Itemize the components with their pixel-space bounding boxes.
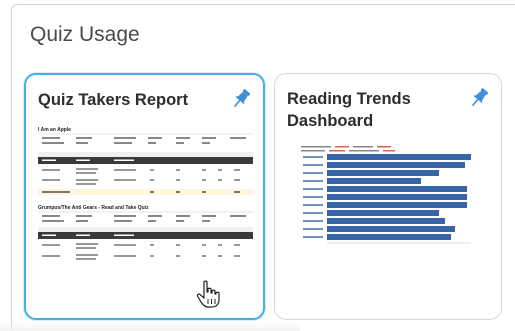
report-thumbnail: I Am an Apple Grumpus/The Anti Gears - R…: [36, 122, 255, 317]
pin-icon[interactable]: [467, 86, 491, 110]
card-title: Quiz Takers Report: [38, 91, 189, 109]
panel-title: Quiz Usage: [30, 23, 140, 46]
hand-cursor-icon: [196, 280, 220, 308]
bottom-scroll-shadow: [0, 321, 300, 331]
thumb-section1-title: I Am an Apple: [38, 127, 71, 133]
dashboard-thumbnail: [299, 144, 473, 250]
quiz-takers-report-card[interactable]: Quiz Takers Report I Am an Apple Grumpus…: [24, 73, 265, 320]
card-title: Reading Trends Dashboard: [287, 90, 411, 130]
pin-icon[interactable]: [229, 87, 253, 111]
thumb-section2-title: Grumpus/The Anti Gears - Read and Take Q…: [38, 205, 149, 211]
reading-trends-dashboard-card[interactable]: Reading Trends Dashboard: [274, 73, 502, 320]
